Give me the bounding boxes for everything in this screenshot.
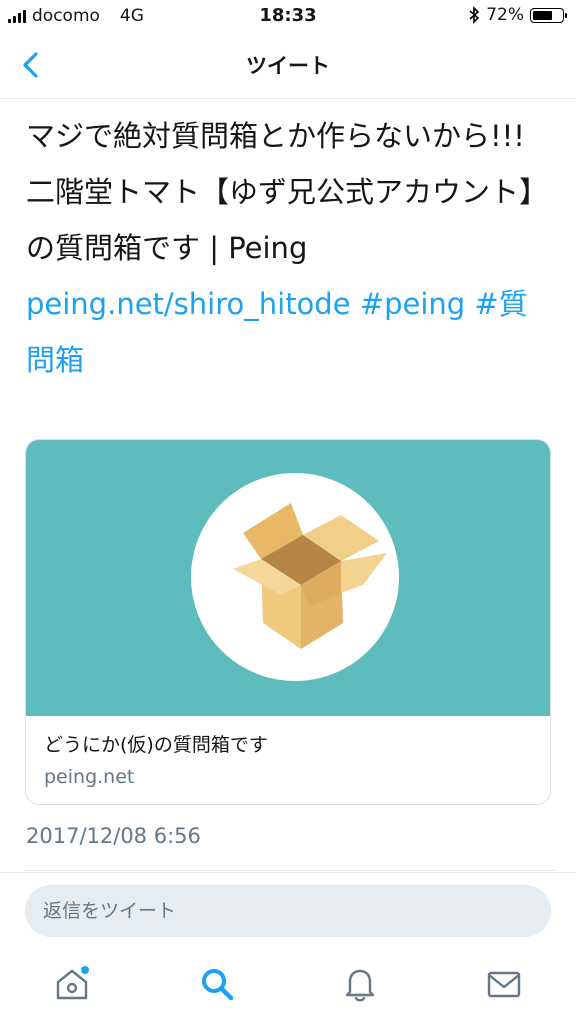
tweet-paragraph-1: マジで絶対質問箱とか作らないから!!!	[26, 119, 525, 153]
nav-bar: ツイート	[0, 34, 576, 99]
reply-bar: 返信をツイート	[0, 872, 576, 949]
link-card[interactable]: どうにか(仮)の質問箱です peing.net	[25, 439, 551, 805]
tweet-timestamp: 2017/12/08 6:56	[26, 824, 201, 848]
reply-input[interactable]: 返信をツイート	[25, 885, 551, 937]
cardboard-box-icon	[233, 503, 387, 649]
search-icon	[202, 969, 234, 1001]
notification-dot	[81, 966, 89, 974]
divider	[26, 870, 556, 871]
status-right: 72%	[468, 5, 567, 25]
card-image	[26, 440, 550, 716]
status-bar: docomo 4G 18:33 72%	[0, 0, 576, 34]
home-icon	[56, 966, 89, 1000]
tab-messages[interactable]	[480, 960, 528, 1008]
battery-icon	[530, 7, 567, 23]
bluetooth-icon	[469, 6, 480, 24]
nav-title: ツイート	[246, 54, 330, 78]
tab-home[interactable]	[48, 960, 96, 1008]
tweet-paragraph-2: 二階堂トマト【ゆず兄公式アカウント】の質問箱です | Peing peing.n…	[26, 164, 556, 388]
card-domain: peing.net	[44, 766, 135, 788]
card-title: どうにか(仮)の質問箱です	[44, 734, 268, 756]
tweet-detail-screen: docomo 4G 18:33 72% ツイート マジで絶対質問箱とか作らないか…	[0, 0, 576, 1024]
tweet-text: マジで絶対質問箱とか作らないから!!! 二階堂トマト【ゆず兄公式アカウント】の質…	[26, 108, 556, 388]
bell-icon	[345, 969, 375, 1002]
mail-icon	[487, 971, 521, 998]
battery-percent: 72%	[486, 5, 524, 25]
tab-search[interactable]	[193, 960, 241, 1008]
link-title-text: 二階堂トマト【ゆず兄公式アカウント】の質問箱です | Peing	[26, 175, 549, 265]
tab-bar	[0, 948, 576, 1024]
card-image-circle	[191, 473, 399, 681]
hashtag-peing[interactable]: #peing	[360, 287, 465, 321]
battery-fill	[533, 10, 552, 20]
tweet-link[interactable]: peing.net/shiro_hitode	[26, 287, 351, 321]
tab-notifications[interactable]	[336, 960, 384, 1008]
